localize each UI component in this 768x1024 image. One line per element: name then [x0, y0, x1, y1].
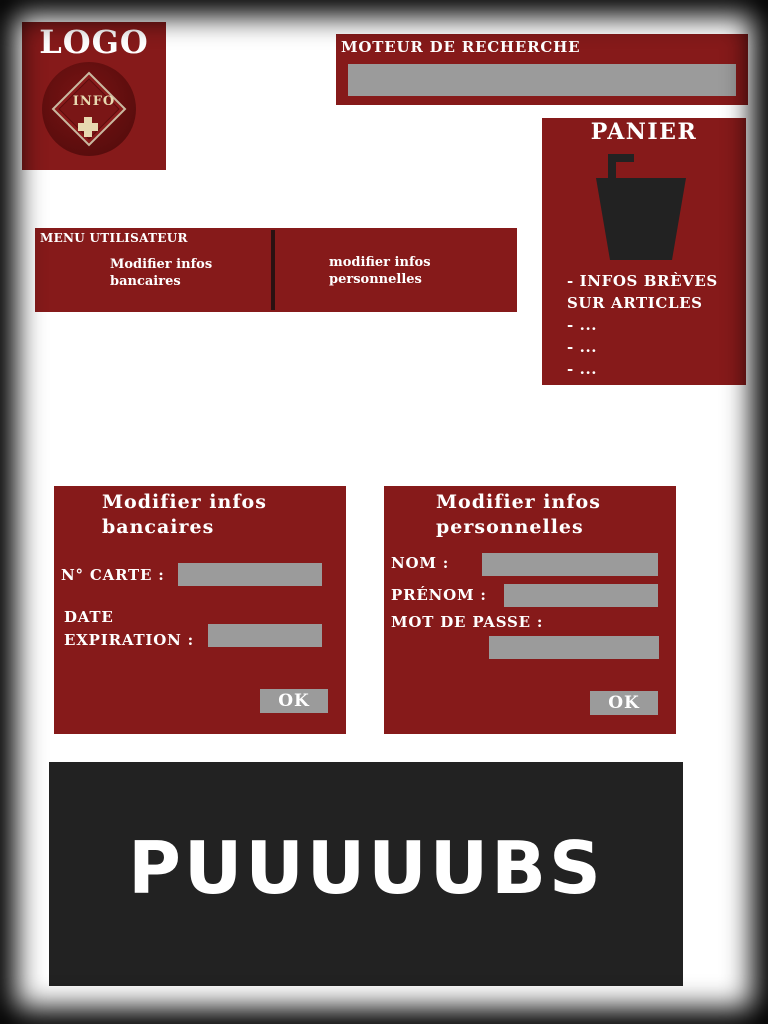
personal-form-title-line: Modifier infos [436, 491, 601, 513]
card-number-input[interactable] [178, 563, 322, 586]
menu-link-edit-bank-info[interactable]: Modifier infos bancaires [110, 256, 260, 290]
cart-panel[interactable]: PANIER - INFOS BRÈVES SUR ARTICLES - ...… [542, 118, 746, 385]
expiry-input[interactable] [208, 624, 322, 647]
cart-line: - INFOS BRÈVES [567, 272, 718, 290]
cart-line: SUR ARTICLES [567, 294, 703, 312]
ad-banner[interactable]: PUUUUUBS [49, 762, 683, 986]
cart-line: - ... [567, 360, 598, 378]
last-name-input[interactable] [482, 553, 658, 576]
cart-summary: - INFOS BRÈVES SUR ARTICLES - ... - ... … [567, 270, 718, 380]
user-menu: MENU UTILISATEUR Modifier infos bancaire… [35, 228, 517, 312]
personal-ok-button[interactable]: OK [590, 691, 658, 715]
logo-badge-text: INFO [72, 94, 116, 109]
search-input[interactable] [348, 64, 736, 96]
menu-divider [271, 230, 275, 310]
logo-panel[interactable]: LOGO INFO [22, 22, 166, 170]
cart-title: PANIER [590, 119, 698, 145]
logo-title: LOGO [39, 23, 149, 61]
cart-line: - ... [567, 316, 598, 334]
user-menu-title: MENU UTILISATEUR [40, 231, 188, 245]
bank-ok-button[interactable]: OK [260, 689, 328, 713]
bank-info-form: Modifier infos bancaires N° CARTE : DATE… [54, 486, 346, 734]
personal-form-title-line: personnelles [436, 516, 584, 538]
first-name-label: PRÉNOM : [391, 586, 487, 604]
bank-form-title-line: bancaires [102, 516, 215, 538]
menu-link-label: Modifier infos [110, 257, 213, 272]
logo-badge-icon [51, 71, 127, 147]
bank-form-title: Modifier infos bancaires [102, 490, 346, 540]
personal-info-form: Modifier infos personnelles NOM : PRÉNOM… [384, 486, 676, 734]
first-name-input[interactable] [504, 584, 658, 607]
menu-link-label: personnelles [329, 272, 422, 287]
cart-line: - ... [567, 338, 598, 356]
menu-link-label: modifier infos [329, 255, 431, 270]
ad-text: PUUUUUBS [128, 826, 604, 910]
card-number-label: N° CARTE : [61, 566, 165, 584]
bank-form-title-line: Modifier infos [102, 491, 267, 513]
cart-icon [596, 154, 686, 260]
menu-link-label: bancaires [110, 274, 181, 289]
menu-link-edit-personal-info[interactable]: modifier infos personnelles [329, 254, 499, 288]
personal-form-title: Modifier infos personnelles [436, 490, 676, 540]
password-input[interactable] [489, 636, 659, 659]
expiry-label-line: DATE [64, 608, 114, 626]
password-label: MOT DE PASSE : [391, 613, 544, 631]
last-name-label: NOM : [391, 554, 450, 572]
search-panel: MOTEUR DE RECHERCHE [336, 34, 748, 105]
expiry-label: DATE EXPIRATION : [64, 606, 194, 652]
search-label: MOTEUR DE RECHERCHE [341, 38, 581, 56]
expiry-label-line: EXPIRATION : [64, 631, 194, 649]
